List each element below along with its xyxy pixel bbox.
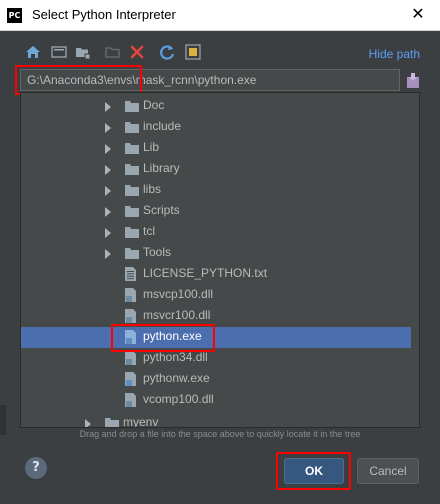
tree-file-row[interactable]: msvcp100.dll — [21, 285, 411, 306]
tree-item-label: Library — [143, 161, 180, 175]
dll-file-icon — [125, 309, 136, 323]
dll-file-icon — [125, 351, 136, 365]
expand-arrow-icon[interactable] — [105, 102, 111, 112]
selected-file-annotation — [111, 324, 215, 352]
expand-arrow-icon[interactable] — [85, 419, 91, 427]
tree-file-row[interactable]: msvcr100.dll — [21, 306, 411, 327]
tree-item-label: include — [143, 119, 182, 133]
tree-folder-row[interactable]: libs — [21, 180, 411, 201]
close-button[interactable]: ✕ — [408, 4, 428, 24]
executable-file-icon — [125, 372, 136, 386]
path-field-annotation — [15, 65, 142, 95]
tree-item-label: Doc — [143, 98, 165, 112]
refresh-icon[interactable] — [158, 43, 176, 61]
drag-drop-hint: Drag and drop a file into the space abov… — [79, 429, 361, 439]
expand-arrow-icon[interactable] — [105, 207, 111, 217]
tree-folder-row[interactable]: Tools — [21, 243, 411, 264]
tree-item-label: python34.dll — [143, 350, 208, 364]
folder-icon — [125, 101, 139, 112]
show-hidden-icon[interactable] — [184, 43, 202, 61]
folder-icon — [125, 206, 139, 217]
new-folder-icon[interactable] — [104, 43, 122, 61]
tree-item-label: LICENSE_PYTHON.txt — [143, 266, 268, 280]
dll-file-icon — [125, 288, 136, 302]
hide-path-link[interactable]: Hide path — [369, 47, 420, 61]
folder-icon — [125, 122, 139, 133]
tree-item-label: Scripts — [143, 203, 180, 217]
folder-icon — [125, 143, 139, 154]
file-chooser-toolbar — [24, 43, 224, 65]
folder-icon — [125, 185, 139, 196]
tree-item-label: Lib — [143, 140, 160, 154]
tree-folder-row[interactable]: Scripts — [21, 201, 411, 222]
tree-item-label: Tools — [143, 245, 172, 259]
pycharm-logo-icon: PC — [7, 8, 22, 23]
tree-item-label: vcomp100.dll — [143, 392, 214, 406]
tree-file-row[interactable]: python.exe — [21, 327, 411, 348]
window-title: Select Python Interpreter — [32, 7, 176, 22]
tree-folder-row[interactable]: include — [21, 117, 411, 138]
path-history-icon[interactable] — [406, 71, 420, 89]
folder-icon — [125, 227, 139, 238]
tree-item-label: libs — [143, 182, 162, 196]
delete-icon[interactable] — [128, 43, 146, 61]
tree-item-label: msvcr100.dll — [143, 308, 211, 322]
expand-arrow-icon[interactable] — [105, 186, 111, 196]
file-tree[interactable]: Doc include Lib Library libs Scripts tcl Tools L… — [20, 92, 420, 428]
dll-file-icon — [125, 393, 136, 407]
tree-folder-row[interactable]: Library — [21, 159, 411, 180]
expand-arrow-icon[interactable] — [105, 249, 111, 259]
tree-file-row[interactable]: vcomp100.dll — [21, 390, 411, 411]
folder-icon — [125, 164, 139, 175]
tree-item-label: myenv — [123, 415, 159, 428]
expand-arrow-icon[interactable] — [105, 165, 111, 175]
dialog-body: Hide path G:\Anaconda3\envs\mask_rcnn\py… — [0, 31, 440, 504]
ok-button-annotation — [276, 452, 351, 490]
tree-file-row[interactable]: LICENSE_PYTHON.txt — [21, 264, 411, 285]
expand-arrow-icon[interactable] — [105, 123, 111, 133]
expand-arrow-icon[interactable] — [105, 228, 111, 238]
cancel-button[interactable]: Cancel — [357, 458, 419, 484]
desktop-icon[interactable] — [50, 43, 68, 61]
tree-file-row[interactable]: pythonw.exe — [21, 369, 411, 390]
folder-icon — [105, 418, 119, 427]
tree-folder-row[interactable]: tcl — [21, 222, 411, 243]
tree-file-row[interactable]: python34.dll — [21, 348, 411, 369]
window-titlebar: PC Select Python Interpreter ✕ — [0, 0, 440, 31]
tree-folder-row[interactable]: Doc — [21, 96, 411, 117]
folder-icon — [125, 248, 139, 259]
tree-item-label: msvcp100.dll — [143, 287, 214, 301]
text-file-icon — [125, 267, 136, 281]
tree-item-label: tcl — [143, 224, 155, 238]
tree-item-label: pythonw.exe — [143, 371, 210, 385]
tree-folder-row[interactable]: myenv — [21, 413, 411, 428]
project-folder-icon[interactable] — [74, 43, 92, 61]
expand-arrow-icon[interactable] — [105, 144, 111, 154]
home-icon[interactable] — [24, 43, 42, 61]
help-button[interactable]: ? — [25, 457, 47, 479]
tree-folder-row[interactable]: Lib — [21, 138, 411, 159]
